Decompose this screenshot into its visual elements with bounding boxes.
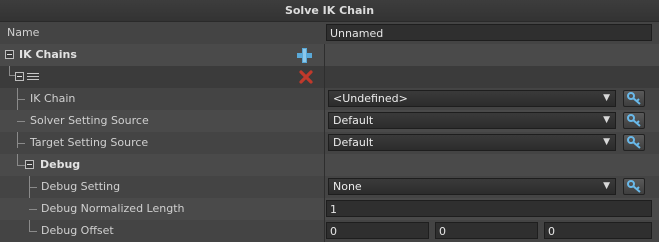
key-icon — [627, 92, 641, 105]
list-icon — [27, 73, 39, 80]
chevron-down-icon: ▼ — [603, 137, 610, 147]
solver-key-button[interactable] — [623, 112, 645, 129]
ik-chains-collapse-toggle[interactable] — [5, 50, 14, 59]
debug-normalized-length-input[interactable]: 1 — [326, 200, 652, 217]
debug-normalized-length-label: Debug Normalized Length — [41, 202, 185, 215]
solver-setting-source-value: Default — [333, 114, 374, 127]
debug-offset-row: Debug Offset 0 0 0 — [0, 220, 659, 242]
ik-chain-value: <Undefined> — [333, 92, 408, 105]
debug-normalized-length-row: Debug Normalized Length 1 — [0, 198, 659, 220]
debug-offset-x-input[interactable]: 0 — [326, 222, 429, 239]
debug-offset-y-input[interactable]: 0 — [435, 222, 538, 239]
ik-chain-item-row[interactable] — [0, 66, 659, 88]
solver-setting-source-dropdown[interactable]: Default ▼ — [328, 112, 616, 129]
ik-chain-label: IK Chain — [30, 92, 76, 105]
chevron-down-icon: ▼ — [603, 115, 610, 125]
debug-key-button[interactable] — [623, 178, 645, 195]
ik-chain-dropdown[interactable]: <Undefined> ▼ — [328, 90, 616, 107]
debug-offset-z-input[interactable]: 0 — [544, 222, 652, 239]
debug-label: Debug — [40, 158, 81, 171]
panel-title: Solve IK Chain — [0, 0, 659, 22]
target-setting-source-dropdown[interactable]: Default ▼ — [328, 134, 616, 151]
ik-chain-key-button[interactable] — [623, 90, 645, 107]
debug-collapse-toggle[interactable] — [25, 160, 34, 169]
debug-setting-value: None — [333, 180, 362, 193]
debug-setting-dropdown[interactable]: None ▼ — [328, 178, 616, 195]
target-setting-source-label: Target Setting Source — [30, 136, 149, 149]
plus-icon[interactable] — [297, 48, 312, 63]
key-icon — [627, 180, 641, 193]
debug-setting-row: Debug Setting None ▼ — [0, 176, 659, 198]
chevron-down-icon: ▼ — [603, 181, 610, 191]
target-setting-source-value: Default — [333, 136, 374, 149]
key-icon — [627, 136, 641, 149]
ik-chains-row: IK Chains — [0, 44, 659, 66]
debug-setting-label: Debug Setting — [41, 180, 121, 193]
ik-chains-label: IK Chains — [19, 48, 77, 61]
debug-group-row: Debug — [0, 154, 659, 176]
target-key-button[interactable] — [623, 134, 645, 151]
name-row: Name Unnamed — [0, 22, 659, 44]
remove-x-icon[interactable] — [299, 70, 313, 84]
name-input[interactable]: Unnamed — [326, 24, 652, 41]
solver-setting-source-label: Solver Setting Source — [30, 114, 149, 127]
ik-chain-property-row: IK Chain <Undefined> ▼ — [0, 88, 659, 110]
target-setting-source-row: Target Setting Source Default ▼ — [0, 132, 659, 154]
name-label: Name — [7, 26, 40, 39]
solver-setting-source-row: Solver Setting Source Default ▼ — [0, 110, 659, 132]
key-icon — [627, 114, 641, 127]
ik-chain-item-collapse-toggle[interactable] — [15, 72, 24, 81]
debug-offset-label: Debug Offset — [41, 224, 114, 237]
chevron-down-icon: ▼ — [603, 93, 610, 103]
